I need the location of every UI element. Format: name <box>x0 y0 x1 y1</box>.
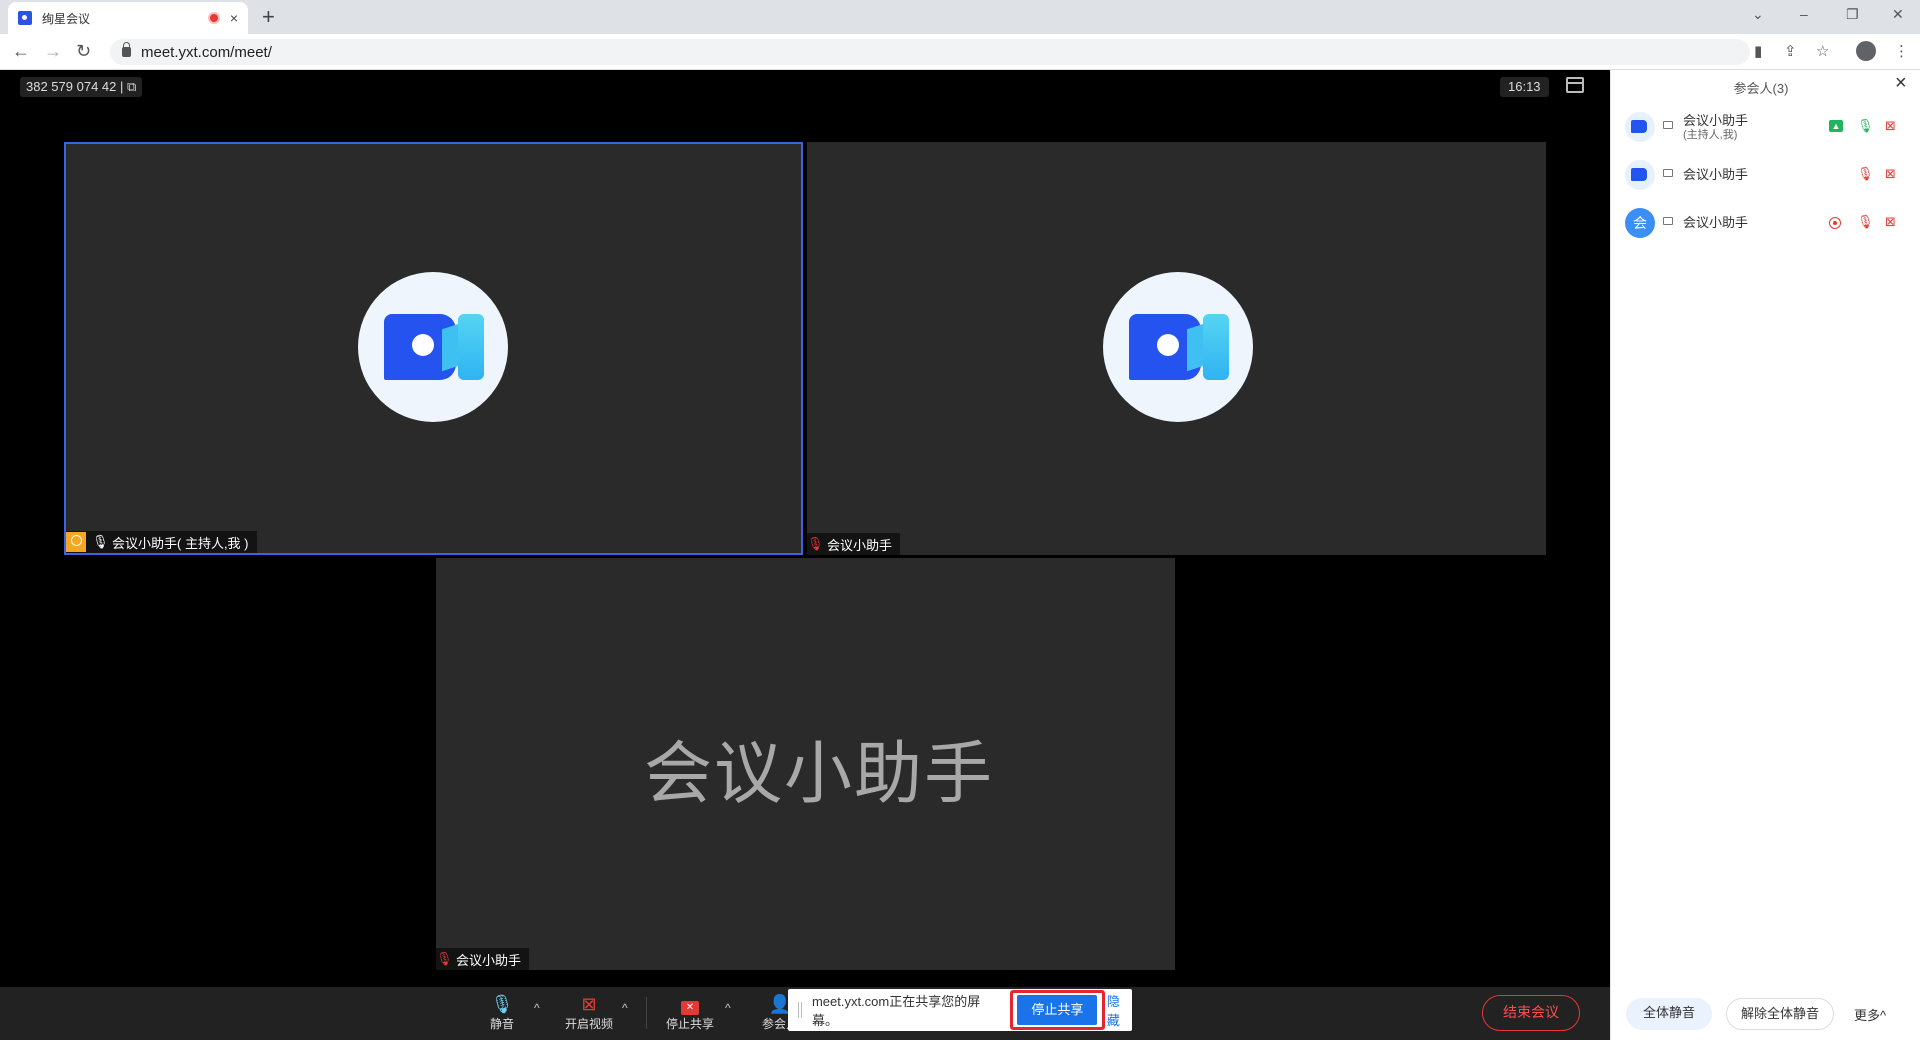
menu-icon[interactable]: ⋮ <box>1894 42 1909 60</box>
participants-panel: 参会人(3) × 会议小助手 (主持人,我) ▲ 🎙 ⊠ 会议小助手 🎙 ⊠ 会… <box>1610 70 1920 1040</box>
restore-button[interactable]: ❐ <box>1846 6 1859 23</box>
favicon-icon <box>18 11 32 25</box>
end-meeting-button[interactable]: 结束会议 <box>1482 995 1580 1031</box>
participant-name: 会议小助手 <box>1683 167 1749 182</box>
minimize-button[interactable]: – <box>1800 6 1808 22</box>
address-bar-row: ← → ↻ meet.yxt.com/meet/ ▮ ⇪ ☆ ⋮ <box>0 34 1920 70</box>
forward-icon[interactable]: → <box>44 41 62 61</box>
host-icon <box>66 532 86 552</box>
share-icon[interactable]: ⇪ <box>1784 42 1797 60</box>
stop-share-label: 停止共享 <box>665 1017 714 1031</box>
stop-share-button[interactable]: ✕ 停止共享 <box>660 993 720 1032</box>
video-tile[interactable]: 会议小助手 🎙 会议小助手 <box>436 558 1175 970</box>
record-icon <box>1829 217 1841 229</box>
meeting-area: 382 579 074 42 | ⧉ 16:13 🎙 会议小助手( 主持人,我 … <box>0 70 1610 1040</box>
share-stop-button[interactable]: 停止共享 <box>1017 995 1098 1025</box>
avatar <box>1625 160 1655 190</box>
tile-namebar: 🎙 会议小助手 <box>807 533 901 555</box>
video-tile-host[interactable]: 🎙 会议小助手( 主持人,我 ) <box>64 142 803 555</box>
reload-icon[interactable]: ↻ <box>76 41 91 61</box>
share-message: meet.yxt.com正在共享您的屏幕。 <box>811 994 981 1028</box>
tile-namebar: 🎙 会议小助手 <box>436 948 530 970</box>
video-off-icon[interactable]: ⊠ <box>1885 166 1896 182</box>
video-off-icon[interactable]: ⊠ <box>1885 118 1896 134</box>
share-options-caret[interactable]: ^ <box>725 1001 731 1015</box>
layout-icon[interactable] <box>1566 77 1584 93</box>
mic-off-icon[interactable]: 🎙 <box>1857 166 1874 182</box>
tile-name: 会议小助手( 主持人,我 ) <box>112 535 249 551</box>
mic-on-icon: 🎙 <box>92 534 109 549</box>
participant-row[interactable]: 会 会议小助手 🎙 ⊠ <box>1611 202 1920 242</box>
video-off-icon: ⊠ <box>581 994 597 1014</box>
mic-icon: 🎙 <box>490 994 514 1014</box>
screen-icon <box>1663 121 1673 129</box>
avatar: 会 <box>1625 208 1655 238</box>
video-tile[interactable]: 🎙 会议小助手 <box>807 142 1546 555</box>
sharing-icon: ▲ <box>1829 120 1843 132</box>
stop-share-highlight: 停止共享 <box>1009 990 1105 1030</box>
participant-name: 会议小助手 <box>1683 215 1749 230</box>
app-logo-icon <box>1103 272 1253 422</box>
close-window-button[interactable]: ✕ <box>1892 6 1904 23</box>
video-off-icon[interactable]: ⊠ <box>1885 214 1896 230</box>
drag-handle[interactable] <box>798 1002 802 1018</box>
app-logo-icon <box>358 272 508 422</box>
screen-icon <box>1663 217 1673 225</box>
participant-row[interactable]: 会议小助手 🎙 ⊠ <box>1611 154 1920 194</box>
new-tab-button[interactable]: + <box>262 4 275 30</box>
share-hide-link[interactable]: 隐藏 <box>1107 991 1132 1029</box>
profile-icon[interactable] <box>1856 41 1876 61</box>
address-bar[interactable]: meet.yxt.com/meet/ <box>110 39 1750 65</box>
mic-off-icon: 🎙 <box>436 951 453 966</box>
panel-title: 参会人(3) <box>1733 81 1789 96</box>
participant-role: (主持人,我) <box>1683 129 1738 141</box>
close-icon[interactable]: × <box>1895 72 1907 95</box>
camera-icon[interactable]: ▮ <box>1754 42 1762 60</box>
mic-icon[interactable]: 🎙 <box>1857 118 1874 134</box>
tile-name: 会议小助手 <box>456 952 522 968</box>
share-notification-bar: meet.yxt.com正在共享您的屏幕。 停止共享 隐藏 <box>788 989 1132 1031</box>
mic-off-icon[interactable]: 🎙 <box>1857 214 1874 230</box>
unmute-all-button[interactable]: 解除全体静音 <box>1726 998 1834 1030</box>
video-options-caret[interactable]: ^ <box>622 1001 628 1015</box>
meeting-time: 16:13 <box>1500 77 1549 97</box>
tab-search-icon[interactable]: ⌄ <box>1752 6 1764 23</box>
meeting-id[interactable]: 382 579 074 42 | ⧉ <box>20 77 143 97</box>
participant-big-name: 会议小助手 <box>644 736 995 812</box>
tab-title: 绚星会议 <box>42 11 91 26</box>
url-text: meet.yxt.com/meet/ <box>141 43 272 61</box>
lock-icon <box>122 42 131 57</box>
video-label: 开启视频 <box>564 1017 613 1031</box>
mic-off-icon: 🎙 <box>807 536 824 551</box>
mute-all-button[interactable]: 全体静音 <box>1626 998 1712 1030</box>
mute-button[interactable]: 🎙 静音 <box>472 993 532 1032</box>
tile-namebar: 🎙 会议小助手( 主持人,我 ) <box>66 531 257 553</box>
video-button[interactable]: ⊠ 开启视频 <box>559 993 619 1032</box>
avatar <box>1625 112 1655 142</box>
tile-name: 会议小助手 <box>827 537 893 553</box>
more-button[interactable]: 更多^ <box>1854 1005 1886 1024</box>
back-icon[interactable]: ← <box>12 41 30 61</box>
participant-row[interactable]: 会议小助手 (主持人,我) ▲ 🎙 ⊠ <box>1611 106 1920 146</box>
star-icon[interactable]: ☆ <box>1816 42 1829 60</box>
audio-options-caret[interactable]: ^ <box>534 1001 540 1015</box>
browser-tab[interactable]: 绚星会议 × <box>8 2 248 34</box>
toolbar-divider <box>646 997 647 1029</box>
record-icon <box>207 12 220 24</box>
mute-label: 静音 <box>489 1017 514 1031</box>
tab-close-button[interactable]: × <box>230 10 238 26</box>
screen-icon <box>1663 169 1673 177</box>
browser-tabbar: 绚星会议 × + ⌄ – ❐ ✕ <box>0 0 1920 34</box>
stop-share-icon: ✕ <box>660 993 720 1015</box>
